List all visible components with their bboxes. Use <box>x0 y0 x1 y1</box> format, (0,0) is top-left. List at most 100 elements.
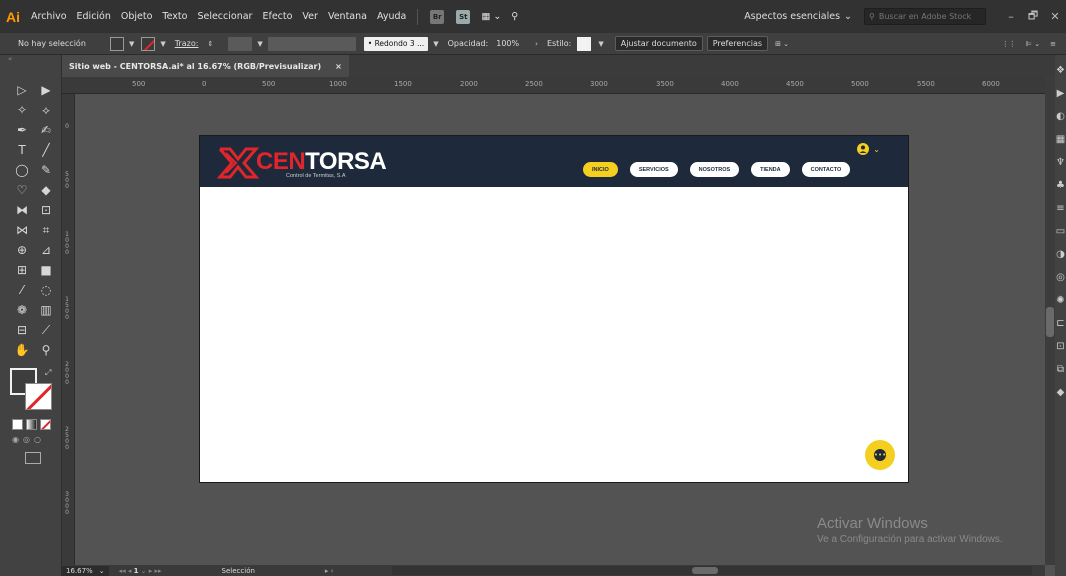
opacity-label[interactable]: Opacidad: <box>448 39 489 48</box>
type-tool-icon[interactable]: T <box>12 141 32 159</box>
menu-edicion[interactable]: Edición <box>72 11 116 22</box>
selection-tool-icon[interactable]: ▷ <box>12 81 32 99</box>
eraser-tool-icon[interactable]: ◆ <box>36 181 56 199</box>
gpu-performance-icon[interactable]: ⚲ <box>506 11 523 22</box>
nav-servicios[interactable]: SERVICIOS <box>629 162 678 177</box>
slice-tool-icon[interactable]: ⟋ <box>36 321 56 339</box>
stroke-dropdown-icon[interactable]: ▼ <box>160 40 165 48</box>
screen-mode-icon[interactable] <box>25 452 41 464</box>
arrange-icon[interactable]: ⊞ ⌄ <box>775 40 789 48</box>
layers-icon[interactable]: ▶ <box>1055 87 1066 101</box>
document-tab[interactable]: Sitio web - CENTORSA.ai* al 16.67% (RGB/… <box>62 55 349 77</box>
stock-search-input[interactable]: ⚲ Buscar en Adobe Stock <box>864 8 986 25</box>
perspective-grid-tool-icon[interactable]: ⊿ <box>36 241 56 259</box>
artboard-tool-icon[interactable]: ⊟ <box>12 321 32 339</box>
color-mode-icon[interactable] <box>12 419 23 430</box>
pen-tool-icon[interactable]: ✒ <box>12 121 32 139</box>
chat-button[interactable]: ••• <box>865 440 895 470</box>
draw-normal-icon[interactable]: ◉ <box>12 435 19 444</box>
width-tool-icon[interactable]: ⋈ <box>12 221 32 239</box>
ellipse-tool-icon[interactable]: ◯ <box>12 161 32 179</box>
stroke-stepper-icon[interactable]: ⇕ <box>207 40 213 48</box>
panel-collapse-icon[interactable]: « <box>0 55 61 67</box>
scale-tool-icon[interactable]: ⊡ <box>36 201 56 219</box>
zoom-field[interactable]: 16.67% ⌄ <box>62 565 109 576</box>
menu-archivo[interactable]: Archivo <box>26 11 72 22</box>
menu-ayuda[interactable]: Ayuda <box>372 11 411 22</box>
menu-objeto[interactable]: Objeto <box>116 11 158 22</box>
canvas-area[interactable]: CENTORSA Control de Termitas, S.A ⌄ INIC… <box>75 94 1045 565</box>
stroke-swatch[interactable] <box>141 36 156 51</box>
close-tab-icon[interactable]: × <box>335 62 342 71</box>
preferences-button[interactable]: Preferencias <box>706 36 769 51</box>
nav-tienda[interactable]: TIENDA <box>751 162 790 177</box>
opacity-arrow-icon[interactable]: › <box>535 40 538 48</box>
horizontal-ruler[interactable]: 500 0 500 1000 1500 2000 2500 3000 3500 … <box>62 77 1045 94</box>
transform-icon[interactable]: ⊡ <box>1055 340 1066 354</box>
fill-swatch[interactable] <box>110 36 124 51</box>
gradient-mode-icon[interactable] <box>26 419 37 430</box>
style-swatch[interactable] <box>577 36 592 51</box>
menu-efecto[interactable]: Efecto <box>257 11 297 22</box>
shaper-tool-icon[interactable]: ♡ <box>12 181 32 199</box>
menu-lines-icon[interactable]: ≡ <box>1050 40 1056 48</box>
magic-wand-tool-icon[interactable]: ✧ <box>12 101 32 119</box>
nav-nosotros[interactable]: NOSOTROS <box>689 162 740 177</box>
stroke-weight-field[interactable] <box>228 36 253 51</box>
libraries-icon[interactable]: ◐ <box>1055 110 1066 124</box>
blend-tool-icon[interactable]: ◌ <box>36 281 56 299</box>
workspace-switcher[interactable]: Aspectos esenciales ⌄ <box>732 11 864 22</box>
color-icon[interactable]: ▦ <box>1055 133 1066 147</box>
panel-toggle-icon[interactable]: ⋮⋮ <box>1002 40 1016 48</box>
restore-button[interactable]: 🗗 <box>1022 0 1044 33</box>
artboard-nav[interactable]: ◂◂ ◂ 1 ⌄ ▸ ▸▸ <box>119 567 162 575</box>
pathfinder-icon[interactable]: ⧉ <box>1055 363 1066 377</box>
mesh-tool-icon[interactable]: ⊞ <box>12 261 32 279</box>
gradient-tool-icon[interactable]: ■ <box>36 261 56 279</box>
stroke-weight-dropdown-icon[interactable]: ▼ <box>257 40 262 48</box>
user-menu[interactable]: ⌄ <box>857 143 880 155</box>
nav-contacto[interactable]: CONTACTO <box>801 162 851 177</box>
opacity-value[interactable]: 100% <box>496 39 519 48</box>
bridge-icon[interactable]: Br <box>430 9 445 24</box>
style-dropdown-icon[interactable]: ▼ <box>598 40 603 48</box>
lasso-tool-icon[interactable]: ⟡ <box>36 101 56 119</box>
vertical-scroll-thumb[interactable] <box>1046 307 1054 337</box>
column-graph-tool-icon[interactable]: ▥ <box>36 301 56 319</box>
draw-inside-icon[interactable]: ○ <box>34 435 41 444</box>
style-label[interactable]: Estilo: <box>547 39 571 48</box>
artboard[interactable]: CENTORSA Control de Termitas, S.A ⌄ INIC… <box>199 135 909 483</box>
hand-tool-icon[interactable]: ✋ <box>12 341 32 359</box>
menu-seleccionar[interactable]: Seleccionar <box>192 11 257 22</box>
graphic-styles-icon[interactable]: ✺ <box>1055 294 1066 308</box>
arrange-documents-icon[interactable]: ▦ ⌄ <box>476 11 506 22</box>
curvature-tool-icon[interactable]: ✍ <box>36 121 56 139</box>
horizontal-scrollbar[interactable] <box>392 566 1032 575</box>
stroke-color-box[interactable] <box>25 383 52 410</box>
status-menu-icon[interactable]: ▸ ‹ <box>325 567 334 575</box>
direct-selection-tool-icon[interactable]: ▶ <box>36 81 56 99</box>
vertical-scrollbar[interactable] <box>1045 77 1055 565</box>
properties-icon[interactable]: ❖ <box>1055 64 1066 78</box>
horizontal-scroll-thumb[interactable] <box>692 567 718 574</box>
shape-builder-tool-icon[interactable]: ⊕ <box>12 241 32 259</box>
minimize-button[interactable]: – <box>1000 0 1022 33</box>
vertical-ruler[interactable]: 0 500 1000 1500 2000 2500 3000 <box>62 94 75 565</box>
brush-definition-field[interactable]: • Redondo 3 ... <box>363 36 429 51</box>
menu-ventana[interactable]: Ventana <box>323 11 372 22</box>
transparency-icon[interactable]: ◑ <box>1055 248 1066 262</box>
free-transform-tool-icon[interactable]: ⌗ <box>36 221 56 239</box>
symbols-icon[interactable]: ♣ <box>1055 179 1066 193</box>
paintbrush-tool-icon[interactable]: ✎ <box>36 161 56 179</box>
zoom-tool-icon[interactable]: ⚲ <box>36 341 56 359</box>
brushes-icon[interactable]: ♆ <box>1055 156 1066 170</box>
nav-inicio[interactable]: INICIO <box>583 162 618 177</box>
align-panel-icon[interactable]: ⊫ ⌄ <box>1026 40 1040 48</box>
swap-colors-icon[interactable]: ⤢ <box>45 368 51 378</box>
symbol-sprayer-tool-icon[interactable]: ❁ <box>12 301 32 319</box>
menu-ver[interactable]: Ver <box>297 11 323 22</box>
none-mode-icon[interactable] <box>40 419 51 430</box>
adjust-document-button[interactable]: Ajustar documento <box>614 36 703 51</box>
menu-texto[interactable]: Texto <box>157 11 192 22</box>
fill-dropdown-icon[interactable]: ▼ <box>129 40 134 48</box>
